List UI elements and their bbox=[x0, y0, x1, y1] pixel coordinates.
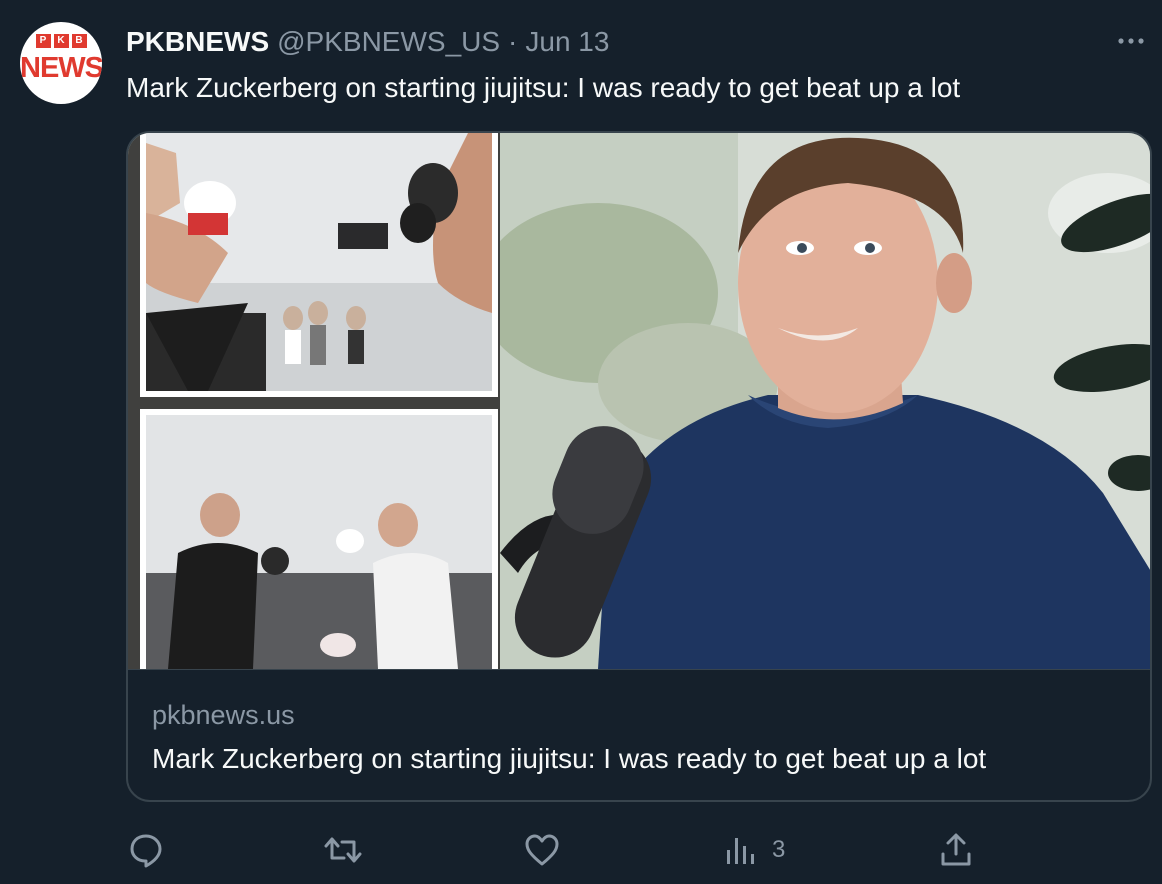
like-button[interactable] bbox=[522, 828, 562, 872]
reply-button[interactable] bbox=[126, 828, 166, 872]
avatar-logo-top: P K B bbox=[20, 34, 102, 48]
retweet-icon bbox=[322, 830, 364, 870]
link-card[interactable]: pkbnews.us Mark Zuckerberg on starting j… bbox=[126, 131, 1152, 802]
avatar-letter: B bbox=[71, 34, 87, 48]
tweet-header: PKBNEWS @PKBNEWS_US · Jun 13 bbox=[126, 26, 609, 58]
tweet-actions: 3 bbox=[126, 828, 1026, 872]
card-title: Mark Zuckerberg on starting jiujitsu: I … bbox=[152, 743, 987, 774]
reply-icon bbox=[126, 830, 166, 870]
card-image[interactable] bbox=[128, 133, 1150, 669]
views-count: 3 bbox=[772, 836, 786, 863]
views-icon bbox=[724, 830, 758, 870]
heart-icon bbox=[522, 830, 562, 870]
account-name[interactable]: PKBNEWS bbox=[126, 26, 269, 58]
share-button[interactable] bbox=[936, 828, 976, 872]
tweet-date[interactable]: Jun 13 bbox=[525, 26, 609, 58]
more-horizontal-icon[interactable] bbox=[1116, 26, 1146, 62]
card-info[interactable]: pkbnews.us Mark Zuckerberg on starting j… bbox=[128, 669, 1150, 800]
card-domain: pkbnews.us bbox=[152, 700, 295, 730]
retweet-button[interactable] bbox=[322, 828, 364, 872]
views-button[interactable]: 3 bbox=[724, 828, 785, 872]
avatar-logo-word: NEWS bbox=[20, 52, 102, 84]
share-icon bbox=[936, 830, 976, 870]
separator: · bbox=[508, 26, 518, 57]
tweet[interactable]: P K B NEWS PKBNEWS @PKBNEWS_US · Jun 13 … bbox=[0, 0, 1162, 884]
avatar[interactable]: P K B NEWS bbox=[20, 22, 102, 104]
account-handle[interactable]: @PKBNEWS_US bbox=[277, 26, 500, 58]
avatar-letter: K bbox=[53, 34, 69, 48]
tweet-text: Mark Zuckerberg on starting jiujitsu: I … bbox=[126, 72, 961, 103]
avatar-letter: P bbox=[35, 34, 51, 48]
